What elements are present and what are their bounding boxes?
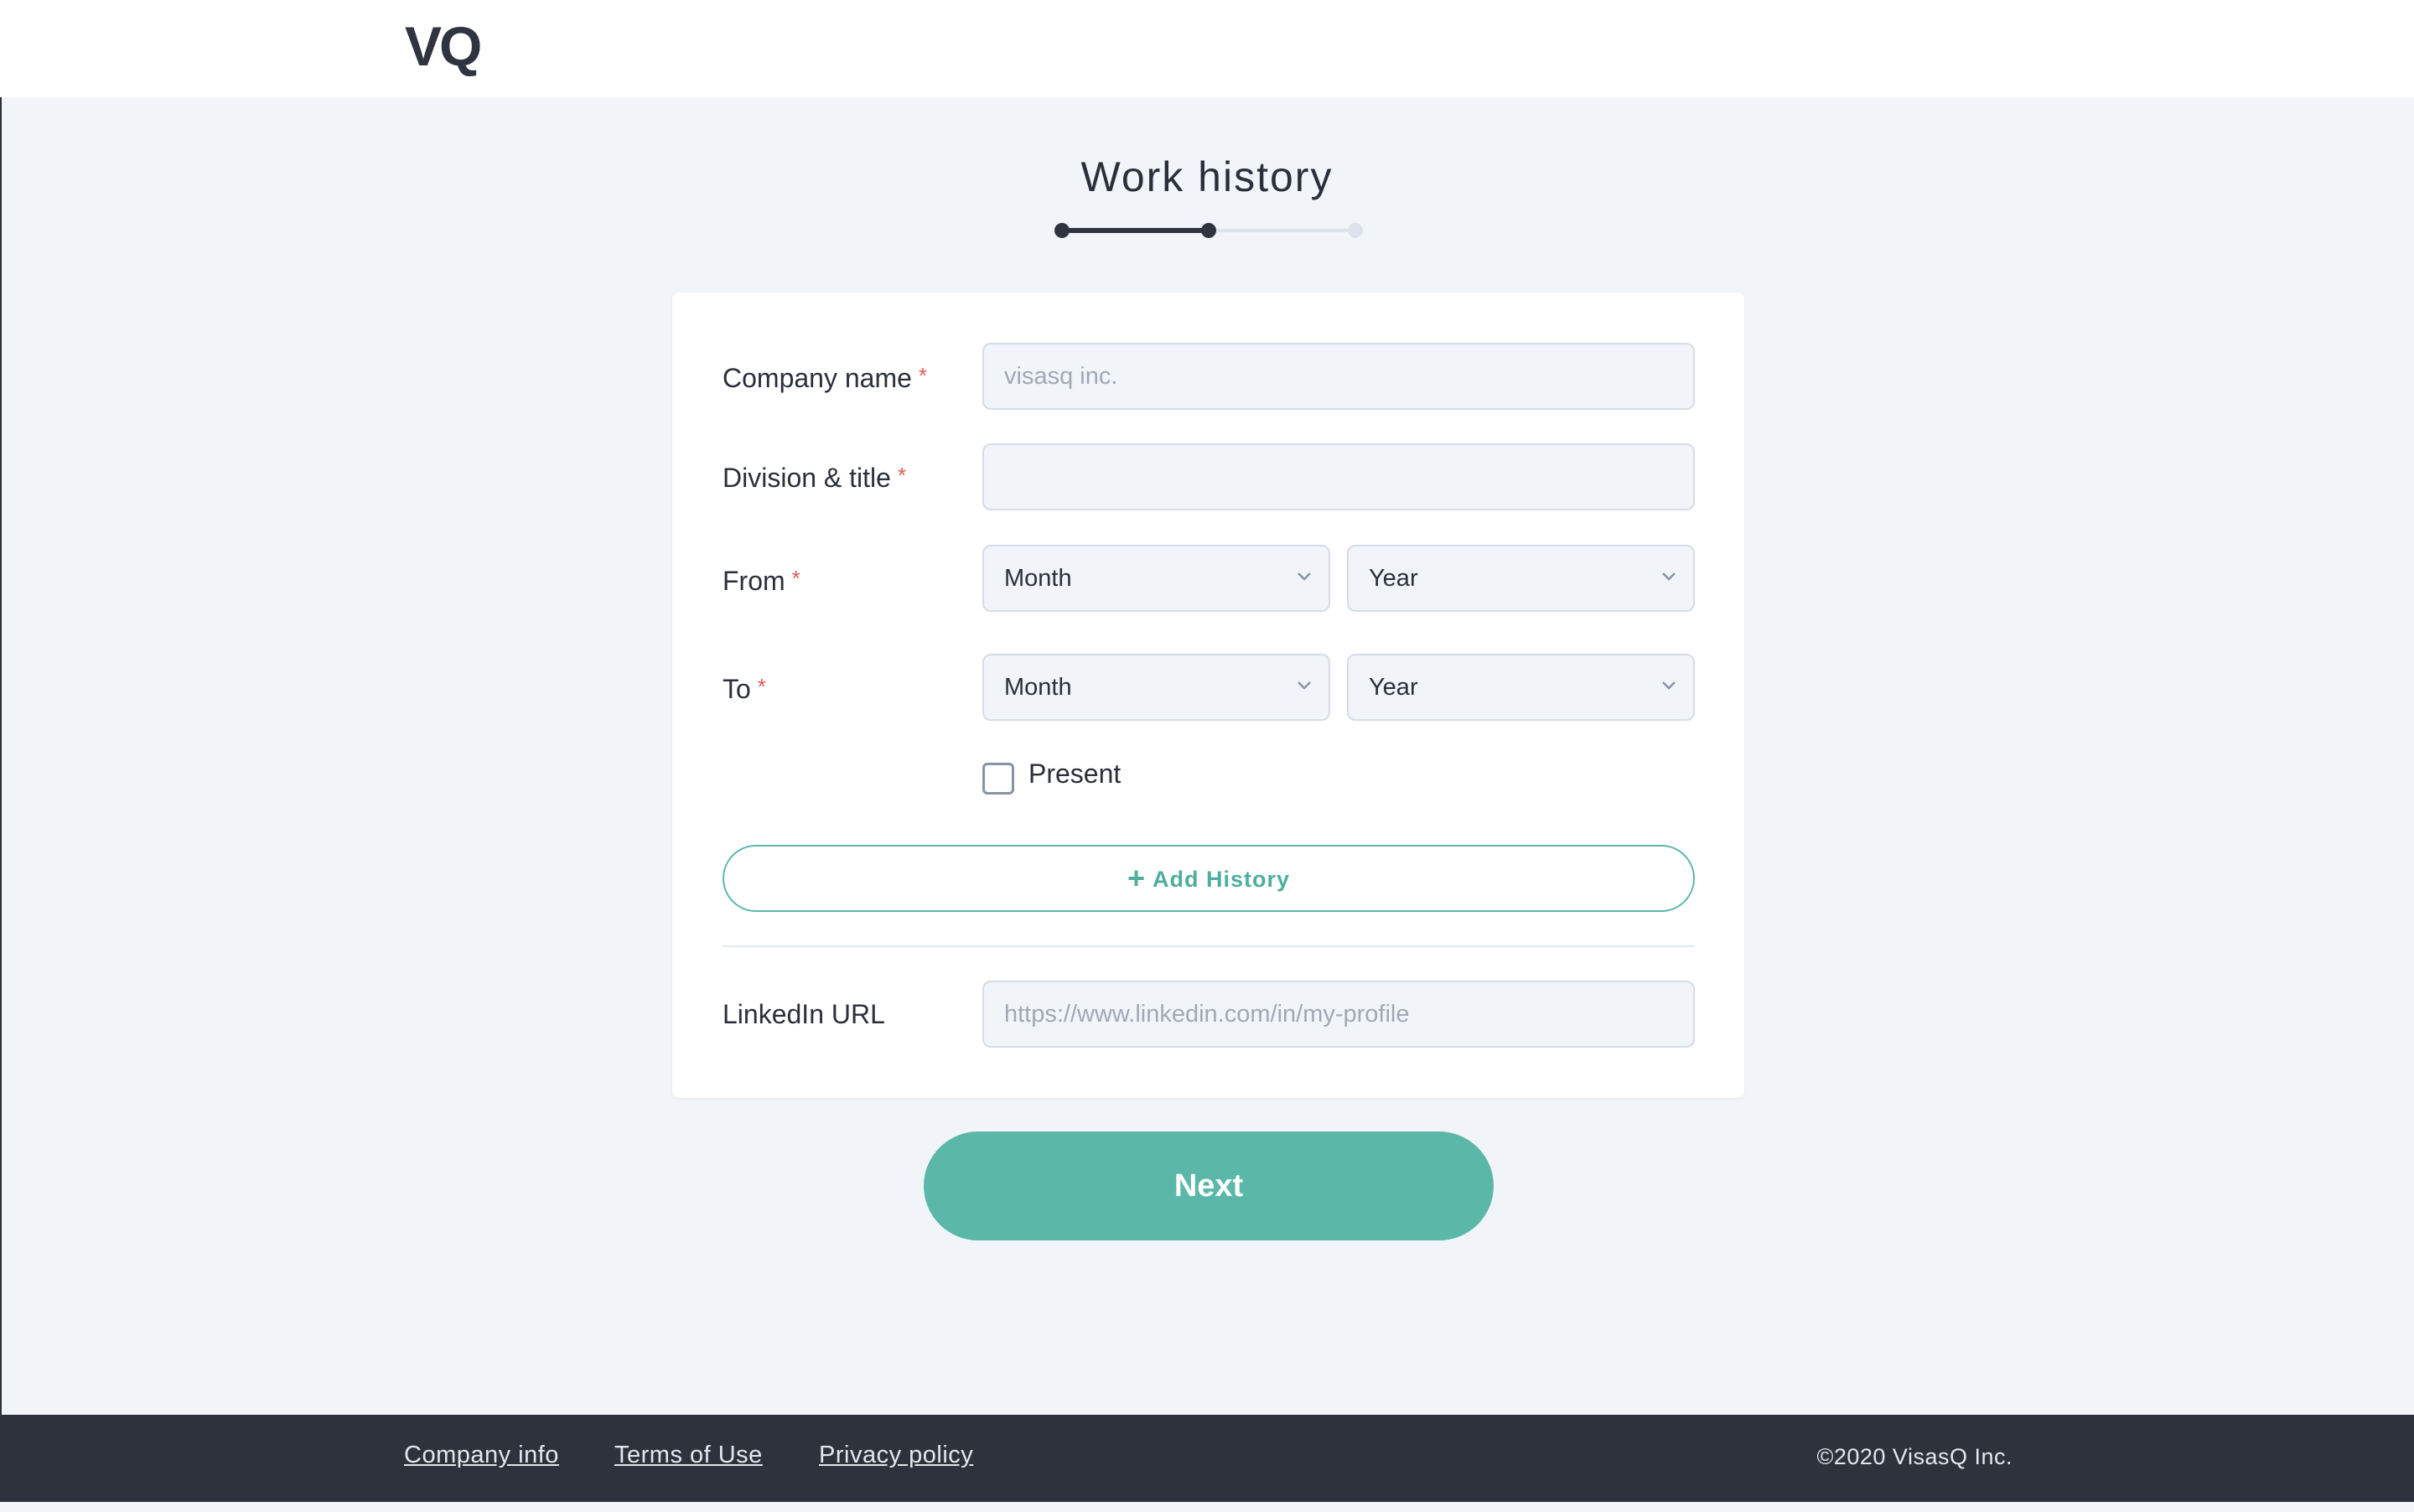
to-year-value: Year (1369, 674, 1418, 701)
company-name-input[interactable] (982, 343, 1695, 410)
chevron-down-icon (1662, 681, 1676, 690)
step-3-dot (1348, 223, 1363, 238)
required-mark: * (791, 566, 800, 591)
linkedin-url-label: LinkedIn URL (723, 999, 885, 1029)
chevron-down-icon (1298, 681, 1311, 690)
copyright: ©2020 VisasQ Inc. (1816, 1444, 2013, 1469)
division-title-input[interactable] (982, 443, 1695, 510)
window-edge (0, 0, 2, 1512)
plus-icon: + (1127, 861, 1146, 895)
add-history-label: Add History (1153, 867, 1291, 892)
footer-link-terms-of-use[interactable]: Terms of Use (614, 1443, 763, 1468)
footer-bottom-strip (0, 1502, 2414, 1512)
present-label[interactable]: Present (1028, 760, 1121, 787)
footer (0, 1415, 2414, 1502)
from-year-value: Year (1369, 565, 1418, 592)
to-month-select[interactable]: Month (982, 654, 1330, 721)
present-checkbox[interactable] (982, 763, 1014, 795)
required-mark: * (918, 363, 928, 388)
required-mark: * (757, 674, 766, 699)
from-label: From * (723, 566, 800, 596)
add-history-button[interactable]: + Add History (723, 845, 1695, 912)
vq-logo[interactable]: VQ (405, 18, 482, 74)
to-label: To * (723, 674, 766, 704)
company-name-label: Company name * (723, 363, 928, 393)
footer-link-company-info[interactable]: Company info (404, 1443, 559, 1468)
from-year-select[interactable]: Year (1347, 545, 1695, 612)
next-button[interactable]: Next (924, 1131, 1494, 1240)
required-mark: * (897, 463, 907, 488)
progress-stepper (1054, 223, 1363, 238)
page-title: Work history (1080, 153, 1334, 200)
to-year-select[interactable]: Year (1347, 654, 1695, 721)
step-2-dot (1201, 223, 1216, 238)
footer-link-privacy-policy[interactable]: Privacy policy (819, 1443, 973, 1468)
to-month-value: Month (1004, 674, 1072, 701)
linkedin-url-input[interactable] (982, 981, 1695, 1048)
chevron-down-icon (1298, 572, 1311, 581)
stepper-progress (1063, 228, 1210, 233)
top-header: VQ (0, 0, 2414, 97)
division-title-label: Division & title * (723, 463, 907, 493)
step-1-dot (1054, 223, 1070, 238)
from-month-value: Month (1004, 565, 1072, 592)
divider (723, 945, 1695, 947)
chevron-down-icon (1662, 572, 1676, 581)
from-month-select[interactable]: Month (982, 545, 1330, 612)
